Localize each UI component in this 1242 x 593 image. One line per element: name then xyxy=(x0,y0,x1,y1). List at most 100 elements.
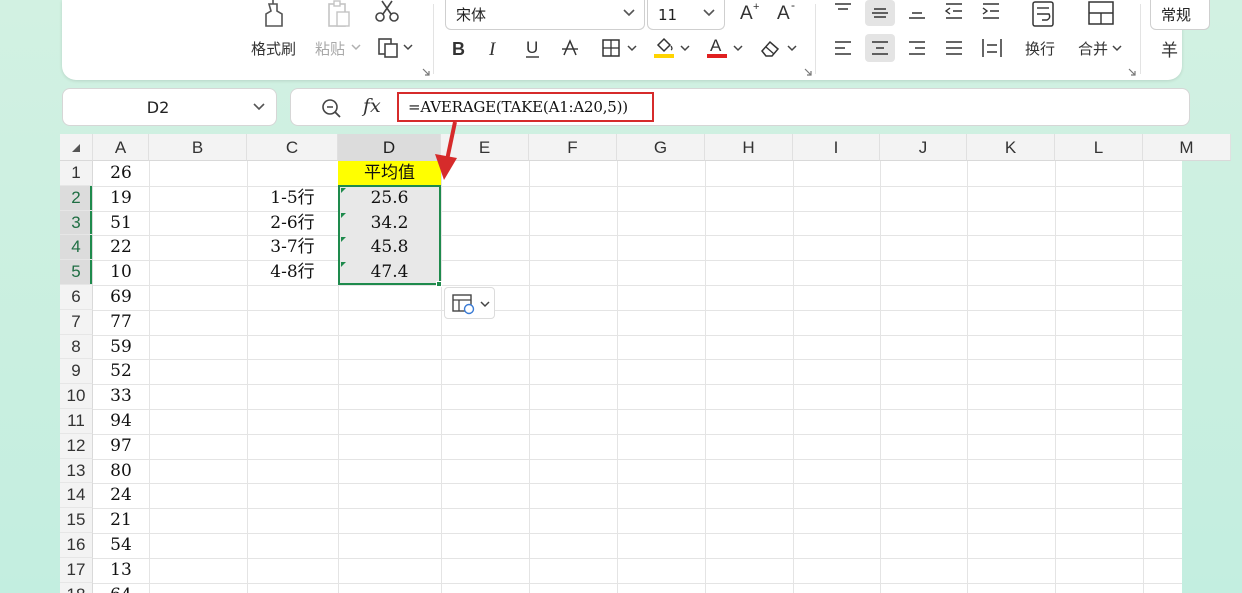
decrease-font-icon[interactable]: A- xyxy=(775,0,801,22)
merge-cells-icon[interactable] xyxy=(1086,0,1116,28)
row-header-3[interactable]: 3 xyxy=(60,210,93,236)
column-header-c[interactable]: C xyxy=(247,134,338,161)
formula-input[interactable]: =AVERAGE(TAKE(A1:A20,5)) xyxy=(397,92,654,122)
format-painter-icon[interactable] xyxy=(258,0,292,28)
copy-icon[interactable] xyxy=(376,36,400,60)
copy-chevron-icon[interactable] xyxy=(402,40,414,54)
cell-a9[interactable]: 52 xyxy=(93,359,149,384)
cell-a8[interactable]: 59 xyxy=(93,335,149,360)
row-header-14[interactable]: 14 xyxy=(60,483,93,509)
cell-a3[interactable]: 51 xyxy=(93,211,149,236)
cell-a14[interactable]: 24 xyxy=(93,483,149,508)
cell-a7[interactable]: 77 xyxy=(93,310,149,335)
select-all-corner[interactable] xyxy=(60,134,93,161)
cell-a15[interactable]: 21 xyxy=(93,508,149,533)
cell-a12[interactable]: 97 xyxy=(93,434,149,459)
cell-a5[interactable]: 10 xyxy=(93,260,149,285)
cell-d2[interactable]: 25.6 xyxy=(338,186,441,211)
worksheet-grid[interactable]: ABCDEFGHIJKLM 12345678910111213141516171… xyxy=(60,121,1231,593)
column-header-a[interactable]: A xyxy=(93,134,149,161)
font-size-select[interactable]: 11 xyxy=(647,0,725,30)
chevron-down-icon[interactable] xyxy=(252,102,266,112)
borders-icon[interactable] xyxy=(599,36,623,60)
cell-c5[interactable]: 4-8行 xyxy=(247,260,338,285)
merge-cells-label[interactable]: 合并 xyxy=(1078,38,1108,59)
column-header-m[interactable]: M xyxy=(1143,134,1231,161)
column-header-l[interactable]: L xyxy=(1055,134,1143,161)
align-left-icon[interactable] xyxy=(832,38,854,58)
cell-d5[interactable]: 47.4 xyxy=(338,260,441,285)
zoom-icon[interactable] xyxy=(321,98,343,120)
cell-c4[interactable]: 3-7行 xyxy=(247,235,338,260)
cell-a2[interactable]: 19 xyxy=(93,186,149,211)
chevron-down-icon[interactable] xyxy=(787,44,797,52)
font-launcher-icon[interactable] xyxy=(804,68,812,76)
row-header-18[interactable]: 18 xyxy=(60,582,93,593)
cell-a1[interactable]: 26 xyxy=(93,161,149,186)
cell-d4[interactable]: 45.8 xyxy=(338,235,441,260)
column-header-j[interactable]: J xyxy=(880,134,967,161)
distributed-align-icon[interactable] xyxy=(980,36,1004,60)
fill-color-icon[interactable] xyxy=(652,34,676,60)
row-header-6[interactable]: 6 xyxy=(60,285,93,310)
chevron-down-icon[interactable] xyxy=(1112,44,1122,52)
row-header-1[interactable]: 1 xyxy=(60,161,93,186)
cell-c2[interactable]: 1-5行 xyxy=(247,186,338,211)
align-middle-icon[interactable] xyxy=(865,0,895,26)
row-header-9[interactable]: 9 xyxy=(60,359,93,385)
name-box[interactable]: D2 xyxy=(62,88,277,126)
cell-a18[interactable]: 64 xyxy=(93,583,149,593)
column-header-f[interactable]: F xyxy=(529,134,617,161)
row-header-4[interactable]: 4 xyxy=(60,235,93,261)
row-header-16[interactable]: 16 xyxy=(60,533,93,558)
align-right-icon[interactable] xyxy=(906,38,928,58)
row-header-10[interactable]: 10 xyxy=(60,384,93,409)
currency-format-button[interactable]: 羊 xyxy=(1161,36,1178,61)
cell-a4[interactable]: 22 xyxy=(93,235,149,260)
column-header-g[interactable]: G xyxy=(617,134,705,161)
clipboard-launcher-icon[interactable] xyxy=(422,68,430,76)
row-header-15[interactable]: 15 xyxy=(60,508,93,533)
decrease-indent-icon[interactable] xyxy=(943,0,965,22)
cell-d3[interactable]: 34.2 xyxy=(338,211,441,236)
column-header-b[interactable]: B xyxy=(149,134,247,161)
format-painter-label[interactable]: 格式刷 xyxy=(251,38,296,59)
strikethrough-icon[interactable] xyxy=(559,36,581,60)
cell-a6[interactable]: 69 xyxy=(93,285,149,310)
cell-a10[interactable]: 33 xyxy=(93,384,149,409)
column-header-h[interactable]: H xyxy=(705,134,793,161)
row-header-13[interactable]: 13 xyxy=(60,458,93,484)
font-name-select[interactable]: 宋体 xyxy=(445,0,645,30)
wrap-text-icon[interactable] xyxy=(1028,0,1058,30)
row-header-12[interactable]: 12 xyxy=(60,433,93,459)
quick-analysis-button[interactable] xyxy=(444,287,495,319)
align-bottom-icon[interactable] xyxy=(906,0,928,22)
row-header-8[interactable]: 8 xyxy=(60,334,93,360)
column-header-k[interactable]: K xyxy=(967,134,1055,161)
fx-icon[interactable]: fx xyxy=(363,95,381,117)
chevron-down-icon[interactable] xyxy=(733,44,743,52)
row-header-17[interactable]: 17 xyxy=(60,557,93,583)
cut-icon[interactable] xyxy=(372,0,402,24)
chevron-down-icon[interactable] xyxy=(680,44,690,52)
row-header-2[interactable]: 2 xyxy=(60,185,93,211)
increase-font-icon[interactable]: A + xyxy=(738,0,764,22)
cell-a11[interactable]: 94 xyxy=(93,409,149,434)
chevron-down-icon[interactable] xyxy=(627,44,637,52)
number-format-select[interactable]: 常规 xyxy=(1150,0,1210,30)
cell-c3[interactable]: 2-6行 xyxy=(247,211,338,236)
cell-a16[interactable]: 54 xyxy=(93,533,149,558)
eraser-icon[interactable] xyxy=(758,36,782,60)
bold-icon[interactable]: B xyxy=(448,36,470,60)
font-color-icon[interactable]: A xyxy=(705,34,729,60)
italic-icon[interactable]: I xyxy=(484,36,506,60)
align-top-icon[interactable] xyxy=(832,0,854,20)
cell-a17[interactable]: 13 xyxy=(93,558,149,583)
underline-icon[interactable]: U xyxy=(522,36,544,60)
align-center-icon[interactable] xyxy=(865,34,895,62)
alignment-launcher-icon[interactable] xyxy=(1128,68,1136,76)
row-header-11[interactable]: 11 xyxy=(60,409,93,434)
cell-a13[interactable]: 80 xyxy=(93,459,149,484)
increase-indent-icon[interactable] xyxy=(980,0,1002,22)
row-header-7[interactable]: 7 xyxy=(60,309,93,335)
